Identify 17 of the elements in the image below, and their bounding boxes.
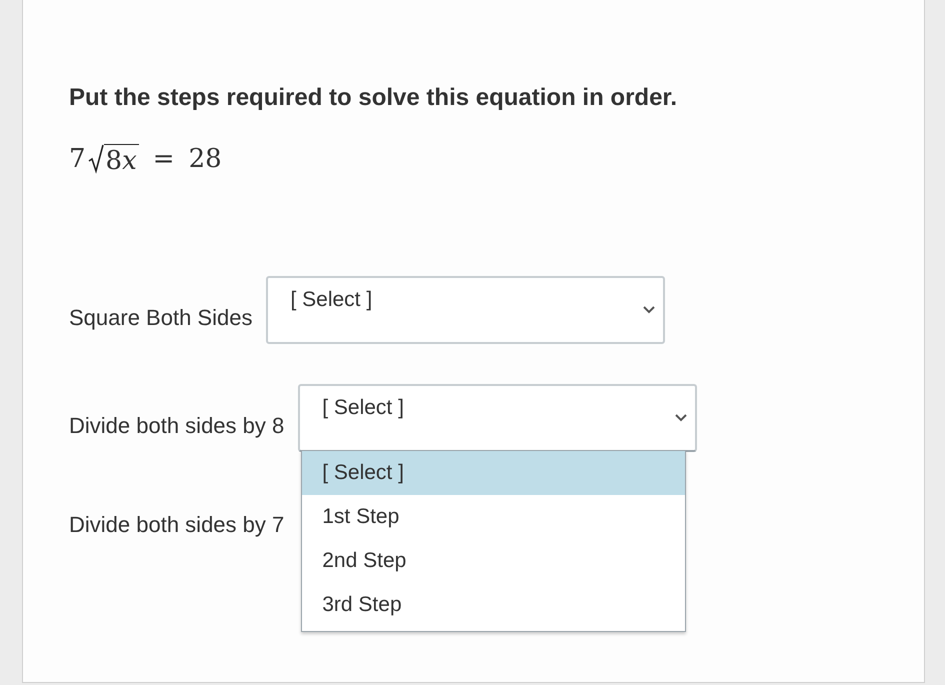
equation-coefficient: 7 [69, 144, 86, 174]
dropdown-option[interactable]: 1st Step [302, 495, 686, 539]
chevron-down-icon [675, 414, 688, 422]
step-label: Divide both sides by 8 [69, 412, 284, 439]
radical-sign-icon [88, 144, 104, 174]
dropdown-option[interactable]: 2nd Step [302, 539, 686, 583]
equation-rhs: 28 [188, 144, 222, 174]
step-select[interactable]: [ Select ] [298, 384, 698, 452]
question-text: Put the steps required to solve this equation in order. [69, 84, 678, 112]
dropdown-option[interactable]: 3rd Step [302, 583, 686, 627]
square-root: 8x [88, 142, 139, 176]
dropdown-option[interactable]: [ Select ] [302, 451, 686, 495]
equation-relation: = [152, 144, 175, 174]
step-label: Square Both Sides [69, 304, 252, 331]
step-label: Divide both sides by 7 [69, 512, 284, 538]
step-select[interactable]: [ Select ] [266, 276, 666, 344]
chevron-down-icon [643, 306, 656, 314]
